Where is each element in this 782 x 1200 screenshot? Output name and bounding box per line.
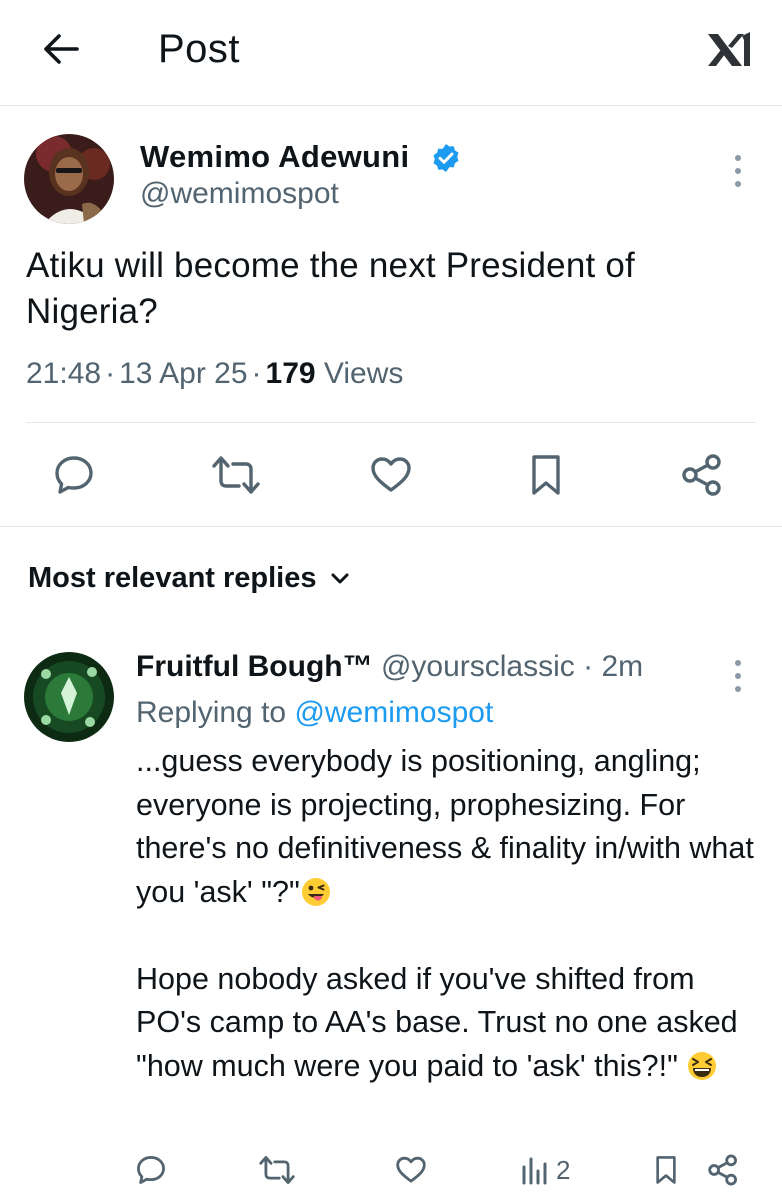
reply-reply-button[interactable]: [134, 1150, 168, 1190]
back-button[interactable]: [36, 24, 86, 74]
reply-more-options-button[interactable]: [722, 656, 754, 696]
repost-icon: [259, 1156, 295, 1184]
replies-sort-label: Most relevant replies: [28, 562, 317, 594]
repost-icon: [212, 456, 260, 494]
verified-badge-icon: [433, 144, 459, 172]
bookmark-icon: [656, 1156, 676, 1184]
comment-icon: [55, 456, 93, 494]
reply-age: · 2m: [583, 650, 644, 683]
reply-like-button[interactable]: [394, 1150, 428, 1190]
post-text: Atiku will become the next President of …: [26, 246, 635, 331]
reply-bookmark-button[interactable]: [650, 1150, 682, 1190]
views-label: Views: [323, 357, 404, 390]
more-vertical-icon: [735, 660, 741, 666]
comment-icon: [137, 1156, 165, 1184]
reply-share-button[interactable]: [706, 1150, 740, 1190]
reply-actions: 2: [0, 1150, 782, 1190]
divider: [26, 422, 756, 423]
bar-chart-icon: [522, 1157, 547, 1185]
post-meta: 21:48 · 13 Apr 25 · 179 Views: [26, 357, 404, 390]
more-vertical-icon: [735, 155, 741, 161]
reply-header: Fruitful Bough™ @yoursclassic · 2m: [136, 650, 643, 684]
author-handle[interactable]: @wemimospot: [140, 177, 339, 211]
post-actions: [0, 447, 782, 503]
chevron-down-icon: [331, 573, 348, 583]
replying-to: Replying to @wemimospot: [136, 696, 493, 730]
bookmark-icon: [532, 455, 560, 495]
grinning-squinting-emoji-icon: [688, 1051, 717, 1080]
reply-author-avatar[interactable]: [24, 652, 114, 742]
replying-to-mention[interactable]: @wemimospot: [294, 696, 493, 729]
arrow-left-icon: [44, 34, 79, 64]
author-name[interactable]: Wemimo Adewuni: [140, 139, 409, 175]
reply-views-button[interactable]: 2: [520, 1150, 570, 1190]
post-time[interactable]: 21:48: [26, 357, 101, 390]
reply-views-count: 2: [556, 1154, 571, 1185]
post-date[interactable]: 13 Apr 25: [119, 357, 247, 390]
share-icon: [708, 1154, 737, 1186]
reply-paragraph-1: ...guess everybody is positioning, angli…: [136, 744, 754, 909]
share-icon: [682, 454, 721, 496]
reply-button[interactable]: [46, 447, 102, 503]
heart-icon: [396, 1156, 426, 1183]
author-avatar[interactable]: [24, 134, 114, 224]
section-divider: [0, 526, 782, 527]
like-button[interactable]: [363, 447, 419, 503]
heart-icon: [371, 457, 411, 492]
top-bar: Post: [0, 0, 782, 106]
winking-tongue-emoji-icon: [301, 877, 330, 906]
xi-logo-icon: [708, 32, 750, 66]
reply-repost-button[interactable]: [258, 1150, 296, 1190]
repost-button[interactable]: [208, 447, 264, 503]
bookmark-button[interactable]: [518, 447, 574, 503]
replying-to-label: Replying to: [136, 696, 287, 729]
reply-text: ...guess everybody is positioning, angli…: [136, 740, 766, 1088]
app-logo[interactable]: [704, 26, 754, 76]
share-button[interactable]: [674, 447, 730, 503]
reply-author-handle[interactable]: @yoursclassic: [381, 650, 575, 683]
page-title: Post: [158, 27, 241, 71]
reply-author-name[interactable]: Fruitful Bough™: [136, 650, 373, 683]
reply-paragraph-2: Hope nobody asked if you've shifted from…: [136, 961, 738, 1083]
views-count: 179: [265, 357, 316, 390]
replies-sort-dropdown[interactable]: Most relevant replies: [28, 562, 351, 595]
more-options-button[interactable]: [722, 151, 754, 191]
